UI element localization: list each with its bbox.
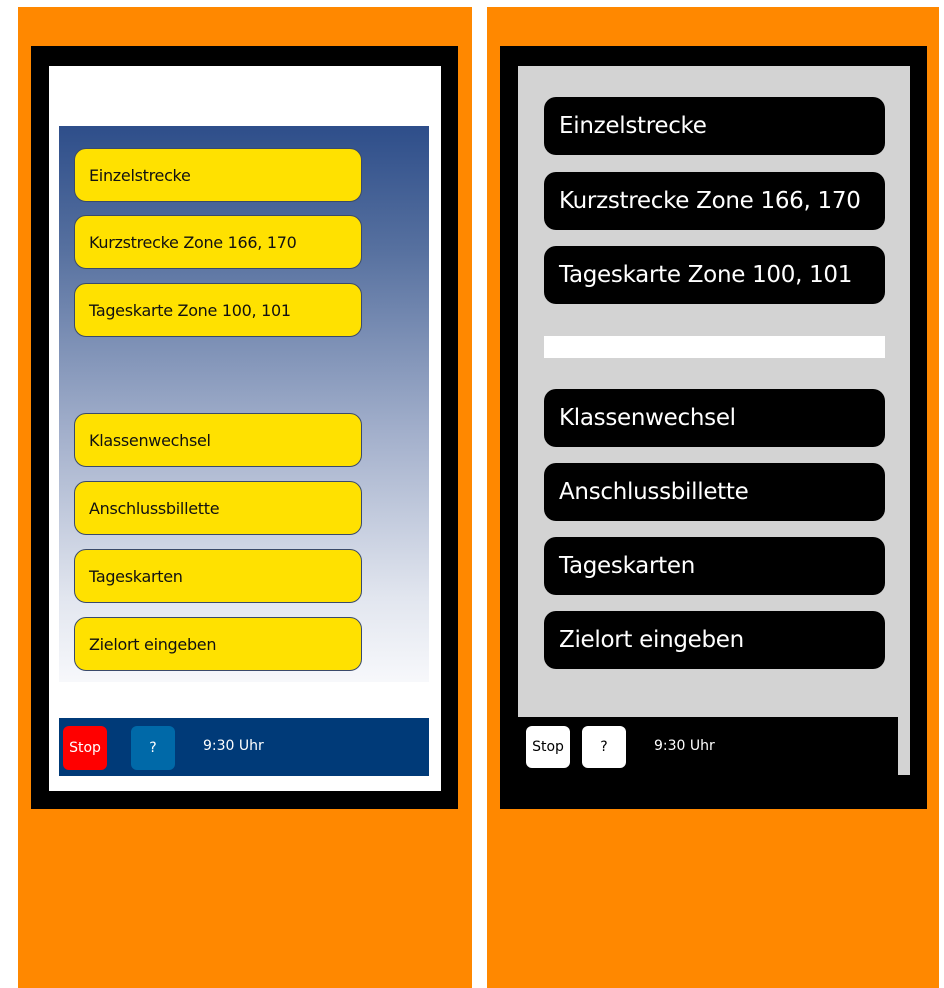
button-label: Zielort eingeben <box>89 634 217 654</box>
right-help-button[interactable]: ? <box>582 726 626 768</box>
left-stop-button[interactable]: Stop <box>63 726 107 770</box>
right-stop-button[interactable]: Stop <box>526 726 570 768</box>
button-label: Tageskarte Zone 100, 101 <box>559 262 853 288</box>
right-footer-bar: Stop ? 9:30 Uhr <box>518 717 898 775</box>
left-ticket-button-einzelstrecke[interactable]: Einzelstrecke <box>74 148 362 202</box>
left-screen-bezel: Einzelstrecke Kurzstrecke Zone 166, 170 … <box>31 46 458 809</box>
button-label: Tageskarten <box>559 553 695 579</box>
right-screen-bezel: Einzelstrecke Kurzstrecke Zone 166, 170 … <box>500 46 927 809</box>
right-ticket-button-einzelstrecke[interactable]: Einzelstrecke <box>544 97 885 155</box>
left-ticket-button-kurzstrecke[interactable]: Kurzstrecke Zone 166, 170 <box>74 215 362 269</box>
button-label: Anschlussbillette <box>559 479 749 505</box>
right-option-button-anschlussbillette[interactable]: Anschlussbillette <box>544 463 885 521</box>
right-kiosk-frame: Einzelstrecke Kurzstrecke Zone 166, 170 … <box>487 7 939 988</box>
right-ticket-button-tageskarte-zone[interactable]: Tageskarte Zone 100, 101 <box>544 246 885 304</box>
button-label: Einzelstrecke <box>559 113 707 139</box>
right-clock: 9:30 Uhr <box>654 738 715 754</box>
left-menu-area: Einzelstrecke Kurzstrecke Zone 166, 170 … <box>59 126 429 682</box>
button-label: Tageskarten <box>89 566 183 586</box>
comparison-canvas: Einzelstrecke Kurzstrecke Zone 166, 170 … <box>0 0 944 988</box>
left-option-button-klassenwechsel[interactable]: Klassenwechsel <box>74 413 362 467</box>
left-ticket-button-tageskarte-zone[interactable]: Tageskarte Zone 100, 101 <box>74 283 362 337</box>
left-kiosk-frame: Einzelstrecke Kurzstrecke Zone 166, 170 … <box>18 7 472 988</box>
left-footer-bar: Stop ? 9:30 Uhr <box>59 718 429 776</box>
button-label: Kurzstrecke Zone 166, 170 <box>559 188 861 214</box>
right-ticket-button-kurzstrecke[interactable]: Kurzstrecke Zone 166, 170 <box>544 172 885 230</box>
right-screen: Einzelstrecke Kurzstrecke Zone 166, 170 … <box>518 66 910 775</box>
button-label: Zielort eingeben <box>559 627 744 653</box>
button-label: Tageskarte Zone 100, 101 <box>89 300 291 320</box>
button-label: Kurzstrecke Zone 166, 170 <box>89 232 297 252</box>
button-label: Anschlussbillette <box>89 498 220 518</box>
right-option-button-tageskarten[interactable]: Tageskarten <box>544 537 885 595</box>
left-option-button-zielort[interactable]: Zielort eingeben <box>74 617 362 671</box>
left-screen: Einzelstrecke Kurzstrecke Zone 166, 170 … <box>49 66 441 791</box>
button-label: Einzelstrecke <box>89 165 191 185</box>
left-option-button-anschlussbillette[interactable]: Anschlussbillette <box>74 481 362 535</box>
right-option-button-klassenwechsel[interactable]: Klassenwechsel <box>544 389 885 447</box>
button-label: Klassenwechsel <box>89 430 211 450</box>
left-clock: 9:30 Uhr <box>203 738 264 754</box>
right-option-button-zielort[interactable]: Zielort eingeben <box>544 611 885 669</box>
right-divider <box>544 336 885 358</box>
button-label: Klassenwechsel <box>559 405 736 431</box>
left-help-button[interactable]: ? <box>131 726 175 770</box>
left-option-button-tageskarten[interactable]: Tageskarten <box>74 549 362 603</box>
